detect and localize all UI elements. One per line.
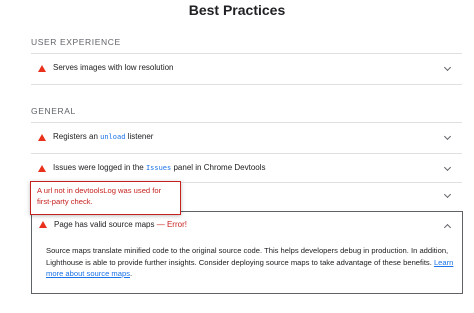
section-label-user-experience: USER EXPERIENCE bbox=[31, 37, 121, 47]
audit-valid-source-maps-expanded: Page has valid source maps — Error! Sour… bbox=[31, 211, 463, 294]
section-label-general: GENERAL bbox=[31, 106, 76, 116]
chevron-down-icon[interactable] bbox=[443, 190, 452, 199]
divider bbox=[31, 153, 462, 154]
audit-label: Serves images with low resolution bbox=[53, 63, 174, 72]
audit-label: Registers an unload listener bbox=[53, 132, 154, 141]
audit-label: Page has valid source maps — Error! bbox=[54, 220, 187, 229]
audit-issues-logged[interactable]: Issues were logged in the Issues panel i… bbox=[31, 155, 462, 183]
chevron-up-icon[interactable] bbox=[443, 223, 452, 232]
audit-low-resolution-images[interactable]: Serves images with low resolution bbox=[31, 55, 462, 83]
audit-header[interactable]: Page has valid source maps — Error! bbox=[32, 212, 462, 238]
code-unload: unload bbox=[100, 133, 126, 141]
error-tooltip: A url not in devtoolsLog was used for fi… bbox=[30, 181, 181, 215]
audit-description: Source maps translate minified code to t… bbox=[46, 246, 454, 278]
chevron-down-icon[interactable] bbox=[443, 163, 452, 172]
warning-triangle-icon bbox=[38, 134, 46, 141]
divider bbox=[31, 122, 462, 123]
warning-triangle-icon bbox=[38, 65, 46, 72]
divider bbox=[31, 84, 462, 85]
code-issues: Issues bbox=[145, 164, 172, 172]
warning-triangle-icon bbox=[39, 221, 47, 228]
chevron-down-icon[interactable] bbox=[443, 132, 452, 141]
warning-triangle-icon bbox=[38, 165, 46, 172]
chevron-down-icon[interactable] bbox=[443, 63, 452, 72]
divider bbox=[31, 53, 462, 54]
audit-unload-listener[interactable]: Registers an unload listener bbox=[31, 124, 462, 152]
error-label: Error! bbox=[166, 220, 187, 229]
page-title: Best Practices bbox=[188, 2, 286, 18]
audit-label: Issues were logged in the Issues panel i… bbox=[53, 163, 266, 172]
